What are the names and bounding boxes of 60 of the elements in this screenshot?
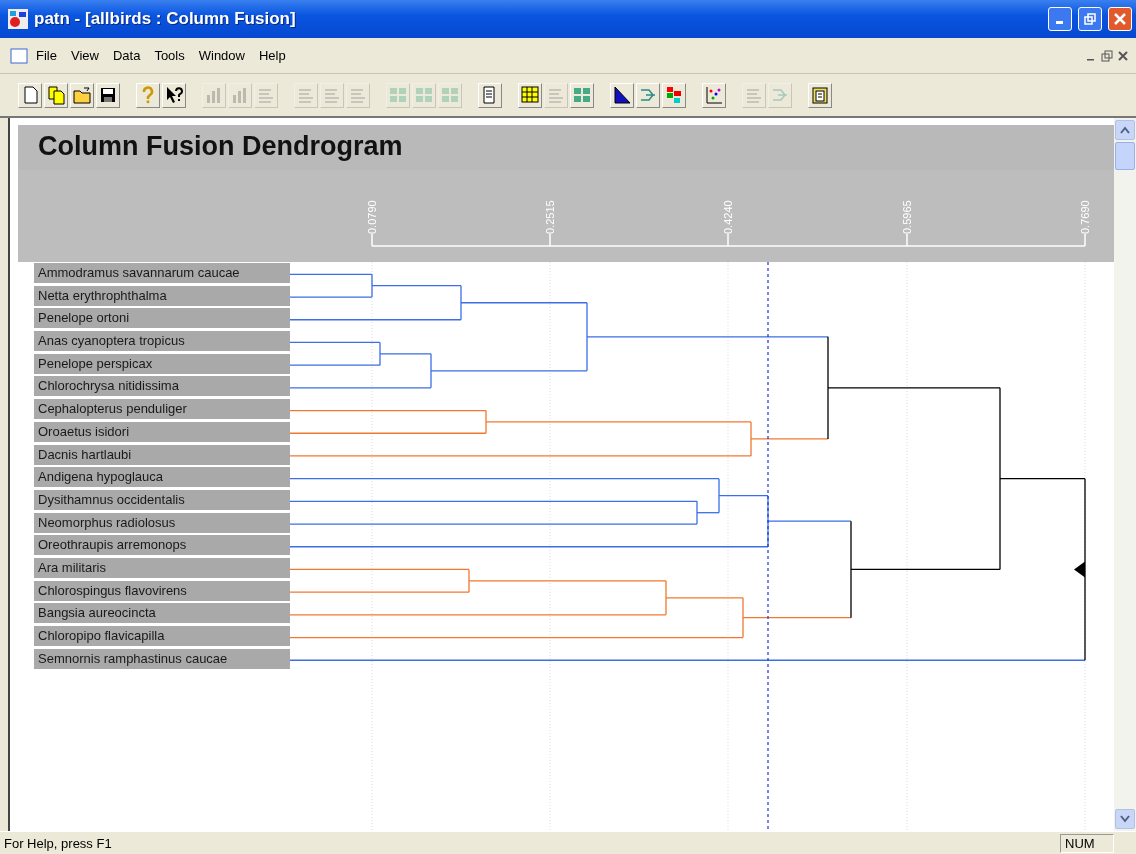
- toolbar-button[interactable]: [518, 82, 542, 108]
- leaf-label: Bangsia aureocincta: [34, 603, 290, 624]
- pages-icon: [46, 85, 66, 105]
- axis-tick-label: 0.5965: [901, 199, 913, 234]
- leaf-label: Netta erythrophthalma: [34, 285, 290, 306]
- close-icon[interactable]: [1116, 48, 1130, 63]
- leaf-label: Anas cyanoptera tropicus: [34, 331, 290, 352]
- axis-tick-label: 0.2515: [544, 199, 556, 234]
- leaf-label: Penelope perspicax: [34, 353, 290, 374]
- menu-item[interactable]: Tools: [148, 46, 191, 65]
- chart-title: Column Fusion Dendrogram: [38, 131, 403, 162]
- triangle-icon: [612, 85, 632, 105]
- leaf-label: Chlorochrysa nitidissima: [34, 376, 290, 397]
- leaf-label: Dysithamnus occidentalis: [34, 489, 290, 510]
- close-icon[interactable]: [1108, 7, 1132, 31]
- folder-icon: [72, 85, 92, 105]
- leaf-label: Penelope ortoni: [34, 308, 290, 329]
- axis-tick-label: 0.0790: [366, 199, 378, 234]
- leaf-label: Andigena hypoglauca: [34, 467, 290, 488]
- toolbar-button[interactable]: [610, 82, 634, 108]
- leaf-label: Dacnis hartlaubi: [34, 444, 290, 465]
- leaf-label: Oroaetus isidori: [34, 421, 290, 442]
- grid-icon: [572, 85, 592, 105]
- axis-tick-label: 0.7690: [1079, 199, 1091, 234]
- leaf-label: Semnornis ramphastinus caucae: [34, 648, 290, 669]
- status-text: For Help, press F1: [4, 835, 113, 851]
- scatter-icon: [704, 85, 724, 105]
- leaf-label: Ara militaris: [34, 557, 290, 578]
- leaf-label: Neomorphus radiolosus: [34, 512, 290, 533]
- menu-item[interactable]: Help: [253, 46, 292, 65]
- restore-icon[interactable]: [1100, 48, 1114, 63]
- leaf-label: Chlorospingus flavovirens: [34, 580, 290, 601]
- scroll-down-icon[interactable]: [1115, 809, 1135, 829]
- scroll-up-icon[interactable]: [1115, 120, 1135, 140]
- leaf-label: Cephalopterus penduliger: [34, 399, 290, 420]
- window-title: patn - [allbirds : Column Fusion]: [34, 9, 297, 29]
- pointer-question-icon: [164, 85, 184, 105]
- menu-item[interactable]: Data: [106, 46, 147, 65]
- app-icon: [8, 9, 28, 29]
- toolbar-button[interactable]: [44, 82, 68, 108]
- leaf-label: Oreothraupis arremonops: [34, 535, 290, 556]
- grid-icon: [388, 85, 408, 105]
- status-indicator: NUM: [1060, 833, 1114, 853]
- menu-item[interactable]: Window: [192, 46, 251, 65]
- table-icon: [520, 85, 540, 105]
- document-icon: [10, 47, 28, 64]
- toolbar-button[interactable]: [96, 82, 120, 108]
- menu-item[interactable]: View: [64, 46, 105, 65]
- leaf-label: Ammodramus savannarum caucae: [34, 263, 290, 283]
- minimize-icon[interactable]: [1048, 7, 1072, 31]
- toolbar-button[interactable]: [162, 82, 186, 108]
- leaf-label: Chloropipo flavicapilla: [34, 626, 290, 646]
- axis-tick-label: 0.4240: [722, 199, 734, 234]
- color-blocks-icon: [664, 85, 684, 105]
- grid-icon: [440, 85, 460, 105]
- scrollbar-thumb[interactable]: [1115, 142, 1135, 170]
- menu-item[interactable]: File: [30, 46, 63, 65]
- grid-icon: [414, 85, 434, 105]
- clipboard-icon: [810, 85, 830, 105]
- restore-icon[interactable]: [1078, 7, 1102, 31]
